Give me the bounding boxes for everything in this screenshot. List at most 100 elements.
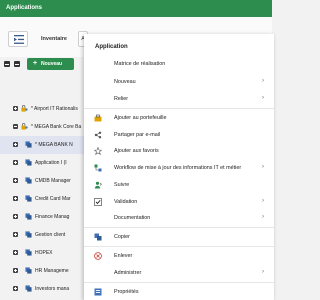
follow-icon: [94, 181, 102, 189]
menu-item-relier[interactable]: Relier ›: [84, 93, 274, 107]
properties-icon: [94, 288, 102, 296]
collapse-all-icon[interactable]: [4, 61, 10, 67]
menu-item-suivre[interactable]: Suivre: [84, 179, 274, 193]
menu-item-documentation[interactable]: Documentation ›: [84, 212, 274, 226]
menu-item-label: Copier: [114, 234, 130, 240]
menu-divider: [84, 108, 274, 109]
tree-row[interactable]: HOPEX: [0, 244, 90, 262]
plus-icon: +: [33, 60, 38, 67]
menu-item-enlever[interactable]: Enlever: [84, 250, 274, 264]
expand-icon[interactable]: [13, 196, 18, 201]
expand-icon[interactable]: [13, 106, 18, 111]
new-button[interactable]: + Nouveau: [27, 58, 74, 70]
application-icon: [25, 231, 32, 238]
chevron-right-icon: ›: [262, 214, 264, 220]
menu-item-ajouter-portefeuille[interactable]: Ajouter au portefeuille: [84, 112, 274, 126]
tree-row[interactable]: * Airport IT Rationalis: [0, 100, 90, 118]
menu-item-label: Administrer: [114, 270, 142, 276]
menu-item-label: Suivre: [114, 182, 130, 188]
menu-item-label: Documentation: [114, 215, 151, 221]
tree-row[interactable]: * MEGA Bank Core Ba: [0, 118, 90, 136]
tab-inventaire[interactable]: Inventaire: [37, 31, 71, 47]
tree-row-label: * MEGA Bank Core Ba: [31, 124, 82, 130]
menu-item-label: Workflow de mise à jour des informations…: [114, 165, 242, 171]
tree-row-label: * MEGA BANK N: [35, 142, 73, 148]
application-icon: [25, 159, 32, 166]
menu-item-copier[interactable]: Copier: [84, 231, 274, 245]
tree-row-label: Credit Card Mar: [35, 196, 71, 202]
expand-icon[interactable]: [13, 286, 18, 291]
menu-item-matrice[interactable]: Matrice de réalisation: [84, 58, 274, 72]
menu-item-label: Relier: [114, 96, 129, 102]
tree-row[interactable]: Credit Card Mar: [0, 190, 90, 208]
menu-item-workflow[interactable]: Workflow de mise à jour des informations…: [84, 162, 274, 176]
expand-icon[interactable]: [13, 268, 18, 273]
tree-row[interactable]: CMDB Manager: [0, 172, 90, 190]
menu-item-administrer[interactable]: Administrer ›: [84, 267, 274, 281]
tree-collapse-icon: [14, 35, 24, 44]
menu-divider: [84, 246, 274, 247]
expand-icon[interactable]: [13, 160, 18, 165]
menu-divider: [84, 227, 274, 228]
menu-item-nouveau[interactable]: Nouveau ›: [84, 76, 274, 90]
tree-row-label: Gestion client: [35, 232, 66, 238]
tree-row-label: * Airport IT Rationalis: [31, 106, 78, 112]
expand-icon[interactable]: [13, 142, 18, 147]
tree-row[interactable]: HR Manageme: [0, 262, 90, 280]
remove-icon: [94, 252, 102, 260]
copy-icon: [94, 233, 102, 241]
tree-row[interactable]: Application I (I: [0, 154, 90, 172]
application-icon: [25, 141, 32, 148]
chevron-right-icon: ›: [262, 95, 264, 101]
menu-item-favoris[interactable]: Ajouter aux favoris: [84, 145, 274, 159]
menu-item-label: Ajouter aux favoris: [114, 148, 159, 154]
chevron-right-icon: ›: [262, 164, 264, 170]
menu-item-proprietes[interactable]: Propriétés: [84, 286, 274, 300]
chevron-right-icon: ›: [262, 78, 264, 84]
menu-item-label: Validation: [114, 199, 138, 205]
tree-row[interactable]: Finance Manag: [0, 208, 90, 226]
tree-toggle-button[interactable]: [8, 31, 28, 47]
expand-icon[interactable]: [13, 214, 18, 219]
tree-row-label: Application I (I: [35, 160, 67, 166]
tree-row[interactable]: Investors mana: [0, 280, 90, 298]
menu-item-label: Propriétés: [114, 289, 139, 295]
tree-row-label: CMDB Manager: [35, 178, 71, 184]
context-menu: Application Matrice de réalisation Nouve…: [84, 34, 274, 300]
menu-divider: [84, 282, 274, 283]
expand-all-icon[interactable]: [14, 61, 20, 67]
app-title: Applications: [6, 5, 43, 11]
portfolio-icon: [94, 114, 102, 122]
menu-item-validation[interactable]: Validation ›: [84, 196, 274, 210]
tree-row-label: Finance Manag: [35, 214, 70, 220]
expand-icon[interactable]: [13, 178, 18, 183]
tree-tools: + Nouveau: [0, 58, 90, 74]
menu-item-label: Matrice de réalisation: [114, 61, 166, 67]
menu-item-label: Enlever: [114, 253, 133, 259]
star-icon: [94, 147, 102, 155]
menu-item-label: Ajouter au portefeuille: [114, 115, 167, 121]
collapse-icon[interactable]: [13, 124, 18, 129]
expand-icon[interactable]: [13, 250, 18, 255]
expand-icon[interactable]: [13, 232, 18, 237]
menu-item-label: Partager par e-mail: [114, 132, 161, 138]
chevron-right-icon: ›: [262, 198, 264, 204]
validation-icon: [94, 198, 102, 206]
menu-item-partager[interactable]: Partager par e-mail: [84, 129, 274, 143]
application-icon: [25, 177, 32, 184]
tree-row-label: Investors mana: [35, 286, 70, 292]
tree-row-selected[interactable]: * MEGA BANK N: [0, 136, 90, 154]
lock-user-icon: [21, 105, 28, 112]
chevron-right-icon: ›: [262, 269, 264, 275]
application-icon: [25, 213, 32, 220]
tree-row-label: HOPEX: [35, 250, 53, 256]
app-header: Applications: [0, 0, 272, 17]
application-icon: [25, 267, 32, 274]
application-icon: [25, 195, 32, 202]
tree-row-label: HR Manageme: [35, 268, 69, 274]
tree-row[interactable]: Gestion client: [0, 226, 90, 244]
application-icon: [25, 285, 32, 292]
new-button-label: Nouveau: [41, 61, 63, 67]
lock-user-icon: [21, 123, 28, 130]
application-icon: [25, 249, 32, 256]
